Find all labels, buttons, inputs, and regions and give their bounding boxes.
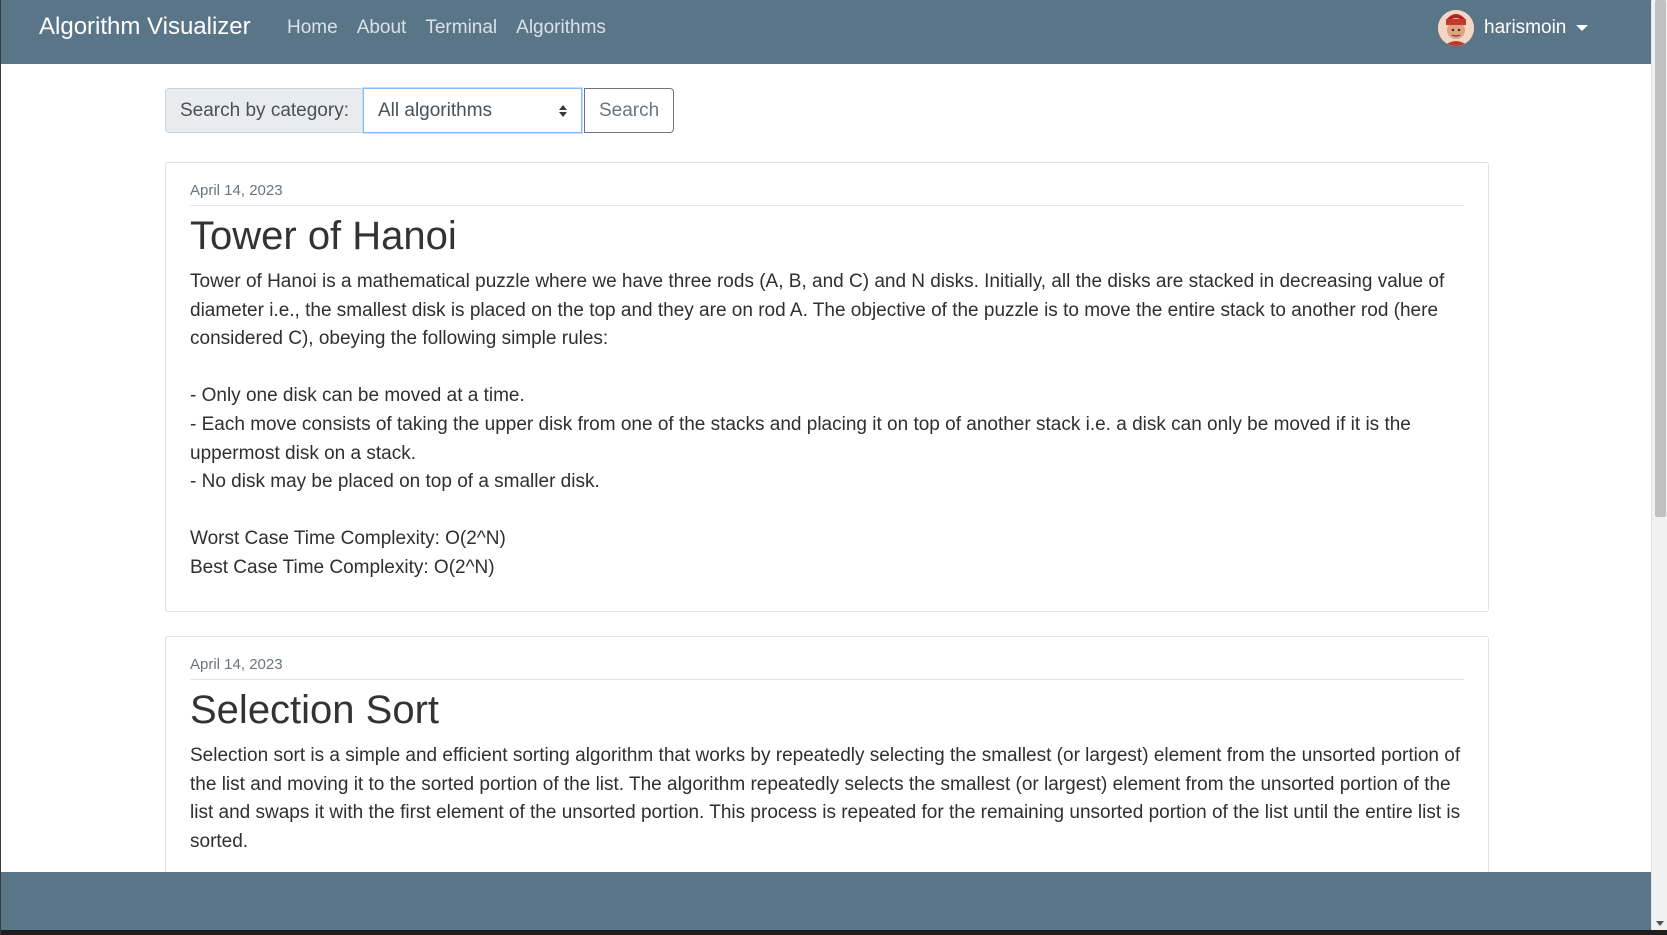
- nav-links: Home About Terminal Algorithms: [287, 17, 606, 39]
- search-label: Search by category:: [165, 88, 363, 133]
- post-title[interactable]: Selection Sort: [190, 686, 1464, 734]
- nav-link-about[interactable]: About: [357, 17, 407, 39]
- brand-link[interactable]: Algorithm Visualizer: [39, 13, 251, 41]
- post-body: Tower of Hanoi is a mathematical puzzle …: [190, 271, 1445, 578]
- select-arrows-icon: [558, 105, 567, 117]
- search-form: Search by category: All algorithms Searc…: [165, 88, 675, 133]
- category-select-value: All algorithms: [377, 99, 493, 121]
- search-button[interactable]: Search: [583, 88, 675, 133]
- window-bottom-edge: [1, 930, 1667, 935]
- category-select[interactable]: All algorithms: [362, 88, 582, 133]
- page-scrollbar[interactable]: [1651, 0, 1667, 930]
- browser-frame: Algorithm Visualizer Home About Terminal…: [0, 0, 1667, 935]
- post-card: April 14, 2023 Tower of Hanoi Tower of H…: [165, 162, 1489, 612]
- post-date: April 14, 2023: [190, 163, 1464, 206]
- navbar: Algorithm Visualizer Home About Terminal…: [1, 0, 1651, 64]
- post-date: April 14, 2023: [190, 637, 1464, 680]
- post-body: Selection sort is a simple and efficient…: [190, 745, 1461, 852]
- nav-link-home[interactable]: Home: [287, 17, 338, 39]
- post-title[interactable]: Tower of Hanoi: [190, 212, 1464, 260]
- footer: [1, 872, 1651, 930]
- caret-down-icon: [1576, 25, 1589, 31]
- user-avatar-icon: [1438, 10, 1474, 46]
- nav-link-algorithms[interactable]: Algorithms: [516, 17, 606, 39]
- nav-link-terminal[interactable]: Terminal: [425, 17, 497, 39]
- scrollbar-thumb[interactable]: [1655, 0, 1666, 517]
- user-dropdown[interactable]: harismoin: [1438, 10, 1589, 46]
- scroll-down-arrow-icon[interactable]: [1656, 921, 1664, 926]
- username: harismoin: [1484, 17, 1567, 38]
